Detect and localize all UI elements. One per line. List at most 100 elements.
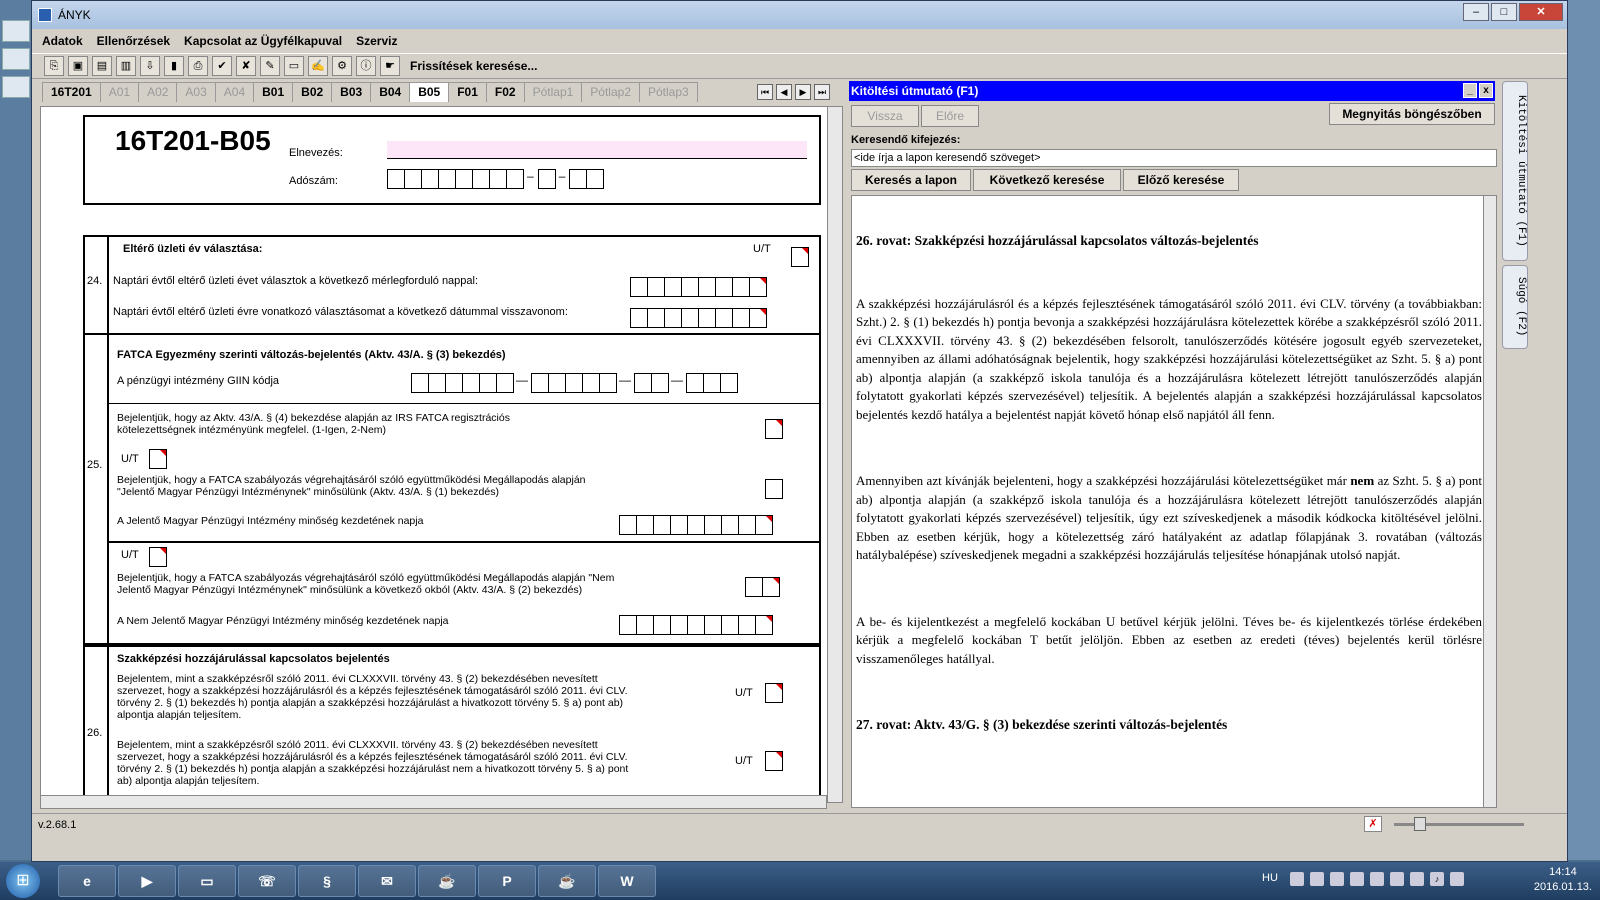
taskbar-word-icon[interactable]: W — [598, 865, 656, 897]
close-button[interactable]: ✕ — [1519, 3, 1563, 21]
s25-ut2-field[interactable] — [149, 547, 167, 567]
update-search-link[interactable]: Frissítések keresése... — [410, 59, 537, 73]
name-field[interactable] — [387, 141, 807, 159]
help-search-input[interactable]: <ide írja a lapon keresendő szöveget> — [851, 149, 1497, 167]
clock-date: 2016.01.13. — [1533, 881, 1592, 893]
volume-icon[interactable]: ♪ — [1430, 872, 1444, 886]
save-as-icon[interactable]: ▤ — [92, 56, 112, 76]
s26-b-field[interactable] — [765, 751, 783, 771]
prev-tab-icon[interactable]: ◀ — [776, 84, 792, 100]
tab-a03[interactable]: A03 — [176, 82, 216, 102]
copy-icon[interactable]: ⎘ — [44, 56, 64, 76]
help-back-button[interactable]: Vissza — [851, 105, 919, 127]
side-tab-kitoltesi[interactable]: Kitöltési útmutató (F1) — [1502, 81, 1528, 261]
book-icon[interactable]: ▮ — [164, 56, 184, 76]
taskbar-outlook-icon[interactable]: ✉ — [358, 865, 416, 897]
taskbar-ie-icon[interactable]: e — [58, 865, 116, 897]
menu-ellenorzesek[interactable]: Ellenőrzések — [97, 34, 170, 48]
taskbar-phone-icon[interactable]: ☏ — [238, 865, 296, 897]
tray-icon[interactable] — [1410, 872, 1424, 886]
s26-a-field[interactable] — [765, 683, 783, 703]
menu-szerviz[interactable]: Szerviz — [356, 34, 397, 48]
help-minimize-button[interactable]: _ — [1463, 83, 1477, 98]
find-prev-button[interactable]: Előző keresése — [1123, 169, 1239, 191]
first-tab-icon[interactable]: ⏮ — [757, 84, 773, 100]
help-close-button[interactable]: x — [1479, 83, 1493, 98]
find-next-button[interactable]: Következő keresése — [973, 169, 1121, 191]
tax-number-field[interactable]: – – — [387, 169, 605, 189]
tab-a04[interactable]: A04 — [214, 82, 255, 102]
monitor-icon[interactable]: ▭ — [284, 56, 304, 76]
s24-row1-date[interactable] — [630, 277, 767, 297]
section-25: FATCA Egyezmény szerinti változás-bejele… — [83, 335, 821, 645]
tab-potlap2[interactable]: Pótlap2 — [581, 82, 640, 102]
import-icon[interactable]: ⇩ — [140, 56, 160, 76]
tray-icon[interactable] — [1330, 872, 1344, 886]
s24-row2-date[interactable] — [630, 308, 767, 328]
tray-icon[interactable] — [1370, 872, 1384, 886]
tray-icon[interactable] — [1290, 872, 1304, 886]
s25-jelento-field[interactable] — [765, 479, 783, 499]
delete-icon[interactable]: ✘ — [236, 56, 256, 76]
check-icon[interactable]: ✔ — [212, 56, 232, 76]
tab-potlap3[interactable]: Pótlap3 — [639, 82, 698, 102]
zoom-slider[interactable] — [1394, 817, 1524, 831]
tab-16t201[interactable]: 16T201 — [42, 82, 101, 102]
desktop-icon — [2, 76, 30, 98]
tab-a01[interactable]: A01 — [99, 82, 140, 102]
start-button[interactable]: ⊞ — [6, 864, 40, 898]
tab-b03[interactable]: B03 — [331, 82, 372, 102]
tab-f02[interactable]: F02 — [485, 82, 525, 102]
s25-ut-field[interactable] — [149, 449, 167, 469]
tray-icon[interactable] — [1350, 872, 1364, 886]
open-in-browser-button[interactable]: Megnyitás böngészőben — [1329, 103, 1495, 125]
taskbar-java2-icon[interactable]: ☕ — [538, 865, 596, 897]
print-icon[interactable]: ⎙ — [188, 56, 208, 76]
next-tab-icon[interactable]: ▶ — [795, 84, 811, 100]
s25-nem-field[interactable] — [745, 577, 780, 597]
taskbar-app-icon[interactable]: § — [298, 865, 356, 897]
form-horizontal-scrollbar[interactable] — [40, 795, 827, 809]
s25-irs-field[interactable] — [765, 419, 783, 439]
s26-title: Szakképzési hozzájárulással kapcsolatos … — [117, 653, 390, 665]
tab-f01[interactable]: F01 — [448, 82, 487, 102]
tab-a02[interactable]: A02 — [138, 82, 178, 102]
taskbar-powerpoint-icon[interactable]: P — [478, 865, 536, 897]
s24-ut-field[interactable] — [791, 247, 809, 267]
tab-b05[interactable]: B05 — [409, 82, 450, 102]
side-tab-sugo[interactable]: Súgó (F2) — [1502, 265, 1528, 349]
form-vertical-scrollbar[interactable] — [827, 106, 843, 803]
tray-icon[interactable] — [1390, 872, 1404, 886]
hand-icon[interactable]: ☛ — [380, 56, 400, 76]
menu-ugyfelkapu[interactable]: Kapcsolat az Ügyfélkapuval — [184, 34, 342, 48]
help-scrollbar[interactable] — [1483, 195, 1497, 808]
minimize-button[interactable]: – — [1463, 3, 1489, 21]
tab-b04[interactable]: B04 — [370, 82, 411, 102]
tab-potlap1[interactable]: Pótlap1 — [523, 82, 583, 102]
info-icon[interactable]: ⓘ — [356, 56, 376, 76]
tools-icon[interactable]: ⚙ — [332, 56, 352, 76]
signature-icon[interactable]: ✍ — [308, 56, 328, 76]
search-page-button[interactable]: Keresés a lapon — [851, 169, 971, 191]
tab-b02[interactable]: B02 — [292, 82, 333, 102]
edit-icon[interactable]: ✎ — [260, 56, 280, 76]
save-icon[interactable]: ▣ — [68, 56, 88, 76]
s25-giin-field[interactable]: — — — — [411, 373, 738, 393]
s25-nem-date-field[interactable] — [619, 615, 773, 635]
error-flag-icon[interactable]: ✗ — [1364, 816, 1382, 832]
taskbar-media-icon[interactable]: ▶ — [118, 865, 176, 897]
clock[interactable]: 14:14 2016.01.13. — [1534, 865, 1592, 895]
help-forward-button[interactable]: Előre — [921, 105, 979, 127]
taskbar-explorer-icon[interactable]: ▭ — [178, 865, 236, 897]
maximize-button[interactable]: □ — [1491, 3, 1517, 21]
network-icon[interactable] — [1450, 872, 1464, 886]
last-tab-icon[interactable]: ⏭ — [814, 84, 830, 100]
tray-icon[interactable] — [1310, 872, 1324, 886]
save-all-icon[interactable]: ▥ — [116, 56, 136, 76]
tab-b01[interactable]: B01 — [253, 82, 294, 102]
s25-jelento-date-field[interactable] — [619, 515, 773, 535]
status-bar: v.2.68.1 ✗ — [32, 813, 1567, 835]
menu-adatok[interactable]: Adatok — [42, 34, 83, 48]
taskbar-java-icon[interactable]: ☕ — [418, 865, 476, 897]
language-indicator[interactable]: HU — [1262, 872, 1278, 884]
